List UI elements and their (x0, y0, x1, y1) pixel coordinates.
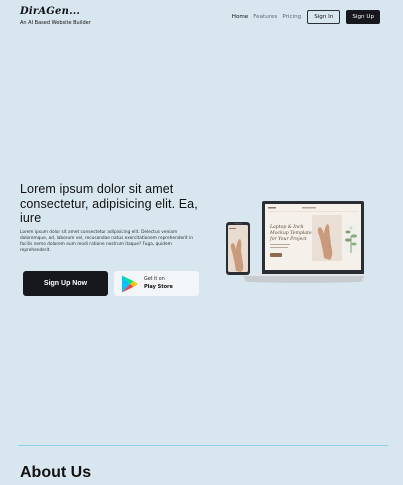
hero-title: Lorem ipsum dolor sit amet consectetur, … (20, 182, 198, 225)
svg-text:for Your Project: for Your Project (269, 236, 307, 242)
nav-link-pricing[interactable]: Pricing (282, 14, 301, 20)
about-heading: About Us (20, 464, 92, 481)
store-badge-name: Play Store (144, 284, 173, 290)
section-divider (18, 445, 388, 446)
store-badge-caption: Get it on (144, 277, 165, 282)
sign-in-button[interactable]: Sign In (307, 10, 341, 24)
device-mockup-image: Laptop & Inch Mockup Template for Your P… (226, 201, 366, 283)
sign-up-button[interactable]: Sign Up (346, 10, 380, 24)
brand[interactable]: DirAGen... An AI Based Website Builder (20, 6, 91, 26)
play-store-button[interactable]: Get it on Play Store (114, 271, 199, 296)
svg-text:Mockup Template: Mockup Template (269, 230, 312, 236)
svg-text:Laptop & Inch: Laptop & Inch (269, 224, 304, 230)
brand-tagline: An AI Based Website Builder (20, 20, 91, 26)
nav-link-features[interactable]: Features (253, 14, 277, 20)
brand-logo[interactable]: DirAGen... (20, 6, 91, 17)
sign-up-now-button[interactable]: Sign Up Now (23, 271, 108, 296)
hero-description: Lorem ipsum dolor sit amet consectetur a… (20, 230, 194, 253)
nav-link-home[interactable]: Home (232, 14, 249, 20)
top-nav: Home Features Pricing Sign In Sign Up (232, 10, 380, 24)
google-play-icon (122, 275, 138, 292)
